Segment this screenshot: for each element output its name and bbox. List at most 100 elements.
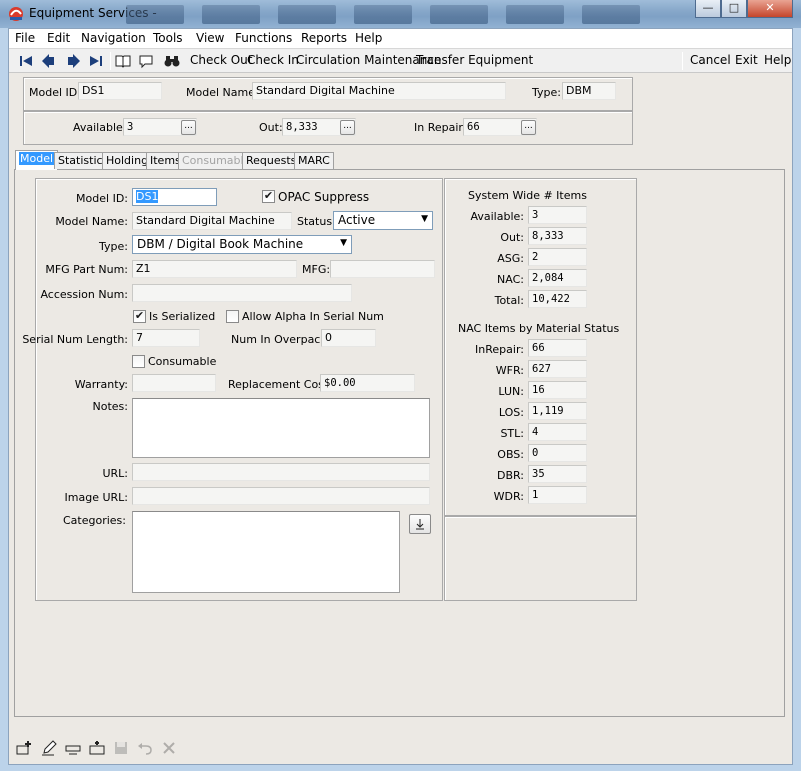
out-details-button[interactable]: ...	[340, 120, 355, 135]
type-value: DBM / Digital Book Machine	[137, 237, 304, 251]
system-wide-row-label: Total:	[494, 294, 524, 307]
warranty-input[interactable]	[132, 374, 216, 392]
next-record-icon[interactable]	[65, 53, 81, 69]
tab-holding[interactable]: Holding	[102, 152, 153, 169]
bottom-toolbar	[9, 734, 792, 760]
model-id-input[interactable]: DS1	[132, 188, 217, 206]
last-record-icon[interactable]	[88, 53, 104, 69]
model-id-value: DS1	[136, 190, 159, 203]
type-label: Type:	[99, 240, 128, 253]
mfg-part-num-label: MFG Part Num:	[45, 263, 128, 276]
system-wide-title: System Wide # Items	[468, 189, 587, 202]
transfer-equipment-button[interactable]: Transfer Equipment	[416, 53, 533, 67]
menu-functions[interactable]: Functions	[235, 31, 292, 45]
mfg-input[interactable]	[330, 260, 435, 278]
serial-num-length-input[interactable]: 7	[132, 329, 200, 347]
opac-suppress-checkbox[interactable]: ✔	[262, 190, 275, 203]
nac-status-title: NAC Items by Material Status	[458, 322, 620, 335]
tab-requests[interactable]: Requests	[242, 152, 301, 169]
chevron-down-icon: ▼	[421, 214, 428, 224]
nac-status-row-value: 16	[528, 381, 587, 399]
status-select[interactable]: Active ▼	[333, 211, 433, 230]
exit-button[interactable]: Exit	[735, 53, 758, 67]
nac-status-row-value: 1	[528, 486, 587, 504]
menu-view[interactable]: View	[196, 31, 224, 45]
undo-icon	[138, 743, 152, 755]
system-wide-row-value: 2	[528, 248, 587, 266]
notes-textarea[interactable]	[132, 398, 430, 458]
opac-suppress-label: OPAC Suppress	[278, 190, 370, 204]
save-icon	[115, 742, 127, 754]
chevron-down-icon: ▼	[340, 238, 347, 248]
tab-marc[interactable]: MARC	[294, 152, 334, 169]
allow-alpha-checkbox[interactable]	[226, 310, 239, 323]
nac-status-row-value: 627	[528, 360, 587, 378]
titlebar-decoration	[506, 5, 564, 24]
is-serialized-checkbox[interactable]: ✔	[133, 310, 146, 323]
in-repair-details-button[interactable]: ...	[521, 120, 536, 135]
header-model-name-label: Model Name:	[186, 86, 259, 99]
mfg-part-num-input[interactable]: Z1	[132, 260, 297, 278]
system-wide-row-value: 8,333	[528, 227, 587, 245]
toolbar: Check Out Check In Circulation Maintenan…	[9, 49, 792, 73]
menu-tools[interactable]: Tools	[153, 31, 183, 45]
system-wide-row-label: ASG:	[497, 252, 524, 265]
binoculars-icon[interactable]	[164, 53, 180, 69]
status-value: Active	[338, 213, 376, 227]
comment-icon[interactable]	[138, 53, 154, 69]
menu-file[interactable]: File	[15, 31, 35, 45]
replacement-cost-input[interactable]: $0.00	[320, 374, 415, 392]
help-button[interactable]: Help	[764, 53, 791, 67]
nac-status-row-label: DBR:	[496, 469, 524, 482]
menu-help[interactable]: Help	[355, 31, 382, 45]
url-input[interactable]	[132, 463, 430, 481]
accession-num-input[interactable]	[132, 284, 352, 302]
categories-list[interactable]	[132, 511, 400, 593]
first-record-icon[interactable]	[18, 53, 34, 69]
titlebar-decoration	[430, 5, 488, 24]
close-button[interactable]: ✕	[747, 0, 793, 18]
tab-model[interactable]: Model	[15, 150, 59, 170]
maximize-button[interactable]: □	[721, 0, 747, 18]
system-wide-row-label: NAC:	[497, 273, 524, 286]
model-id-label: Model ID:	[76, 192, 128, 205]
num-in-overpack-input[interactable]: 0	[321, 329, 376, 347]
previous-record-icon[interactable]	[41, 53, 57, 69]
mfg-label: MFG:	[302, 263, 331, 276]
nac-status-row-label: InRepair:	[475, 343, 524, 356]
menu-reports[interactable]: Reports	[301, 31, 347, 45]
add-record-icon[interactable]	[16, 740, 32, 756]
titlebar-decoration	[126, 5, 184, 24]
type-select[interactable]: DBM / Digital Book Machine ▼	[132, 235, 352, 254]
check-out-button[interactable]: Check Out	[190, 53, 252, 67]
titlebar-decoration	[582, 5, 640, 24]
check-in-button[interactable]: Check In	[247, 53, 299, 67]
remove-row-icon[interactable]	[65, 740, 81, 756]
serial-num-length-label: Serial Num Length:	[22, 333, 128, 346]
consumable-checkbox[interactable]	[132, 355, 145, 368]
nac-status-row-value: 0	[528, 444, 587, 462]
toolbar-separator	[110, 52, 111, 70]
available-details-button[interactable]: ...	[181, 120, 196, 135]
nac-status-row-label: WFR:	[495, 364, 524, 377]
stats-lower-box	[444, 516, 637, 601]
titlebar-decoration	[202, 5, 260, 24]
cancel-button[interactable]: Cancel	[690, 53, 731, 67]
menu-navigation[interactable]: Navigation	[81, 31, 146, 45]
nac-status-row-value: 4	[528, 423, 587, 441]
nac-status-row-label: LOS:	[498, 406, 524, 419]
minimize-button[interactable]: —	[695, 0, 721, 18]
menu-edit[interactable]: Edit	[47, 31, 70, 45]
book-icon[interactable]	[115, 53, 131, 69]
model-name-input[interactable]: Standard Digital Machine	[132, 212, 292, 230]
categories-label: Categories:	[63, 514, 126, 527]
titlebar-decoration	[354, 5, 412, 24]
tab-label: Model	[19, 152, 55, 165]
insert-row-icon[interactable]	[89, 740, 105, 756]
title-bar: Equipment Services - — □ ✕	[0, 0, 801, 28]
categories-select-button[interactable]	[409, 514, 431, 534]
image-url-input[interactable]	[132, 487, 430, 505]
edit-icon[interactable]	[41, 740, 57, 756]
nac-status-row-label: STL:	[500, 427, 524, 440]
image-url-label: Image URL:	[64, 491, 128, 504]
